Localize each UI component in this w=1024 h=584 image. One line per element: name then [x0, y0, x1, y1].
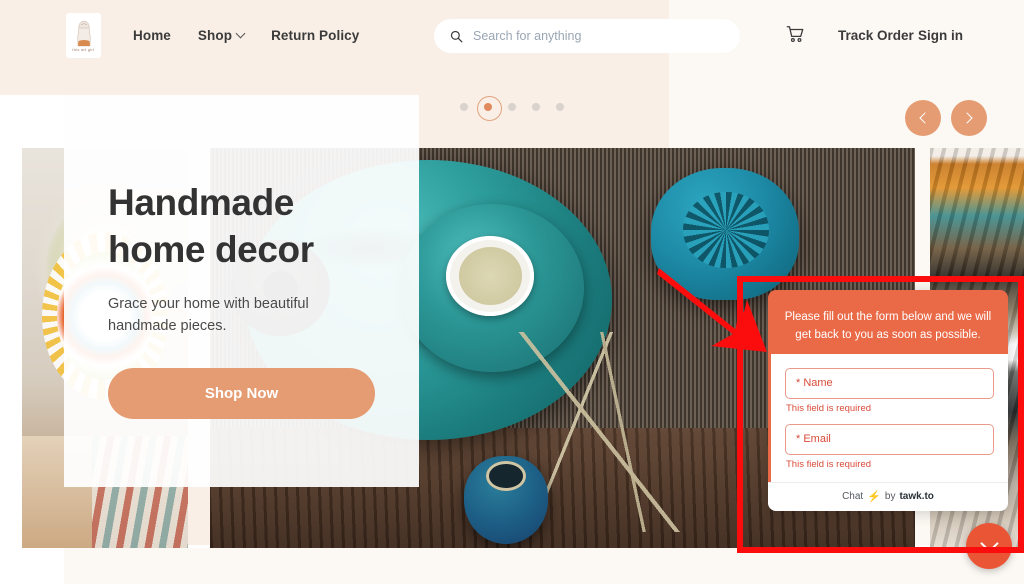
tea-cup: [446, 236, 535, 316]
chevron-right-icon: [961, 112, 973, 124]
nav-item-home[interactable]: Home: [133, 28, 171, 43]
nav-item-shop-label: Shop: [197, 28, 233, 43]
shopping-cart-icon[interactable]: [786, 25, 805, 44]
search-icon: [450, 30, 463, 42]
carousel-arrows: [905, 100, 987, 136]
site-logo[interactable]: this art girl: [66, 13, 101, 58]
page-root: this art girl Home Shop Return Policy Se…: [0, 0, 1024, 584]
nav-item-return-policy[interactable]: Return Policy: [271, 28, 359, 43]
logo-illustration-icon: [76, 20, 91, 47]
tawkto-chat-widget: Please fill out the form below and we wi…: [768, 290, 1008, 511]
nav-item-return-policy-label: Return Policy: [271, 28, 360, 43]
track-order-link[interactable]: Track Order: [838, 0, 914, 71]
carousel-dot-1[interactable]: [460, 103, 468, 111]
nav-item-shop[interactable]: Shop: [197, 28, 246, 43]
chat-minimize-button[interactable]: [966, 523, 1012, 569]
sign-in-link[interactable]: Sign in: [918, 0, 963, 71]
chat-email-input[interactable]: [785, 423, 994, 455]
chevron-down-icon: [979, 533, 999, 553]
hero-subtitle: Grace your home with beautiful handmade …: [108, 295, 309, 334]
chat-footer-brand: tawk.to: [899, 490, 934, 502]
carousel-next-button[interactable]: [951, 100, 987, 136]
carousel-dots: [460, 95, 564, 121]
chat-branding-footer[interactable]: Chat ⚡ by tawk.to: [768, 481, 1008, 511]
carousel-dot-5[interactable]: [556, 103, 564, 111]
site-header: this art girl Home Shop Return Policy Se…: [0, 0, 1024, 71]
background-bottom-strip: [64, 548, 1024, 584]
main-navigation: Home Shop Return Policy: [133, 0, 359, 71]
carousel-dot-3[interactable]: [508, 103, 516, 111]
chevron-down-icon: [235, 28, 246, 39]
carousel-prev-button[interactable]: [905, 100, 941, 136]
carousel-dot-4[interactable]: [532, 103, 540, 111]
chat-footer-prefix: Chat: [842, 490, 864, 502]
chat-form: This field is required This field is req…: [768, 353, 1008, 482]
logo-caption: this art girl: [72, 48, 95, 53]
nav-item-home-label: Home: [133, 28, 171, 43]
carousel-dot-2[interactable]: [476, 95, 502, 121]
lightning-bolt-icon: ⚡: [867, 490, 881, 503]
chevron-left-icon: [919, 112, 931, 124]
ceramic-teapot: [650, 168, 799, 300]
search-bar[interactable]: [434, 19, 740, 53]
hero-title: Handmade home decor: [108, 179, 419, 274]
chat-footer-by: by: [884, 490, 896, 502]
hero-text-card: Handmade home decor Grace your home with…: [64, 95, 419, 487]
hero-title-line-1: Handmade: [108, 182, 294, 223]
small-blue-vase: [463, 456, 549, 544]
chat-name-error: This field is required: [786, 402, 872, 414]
chat-name-input[interactable]: [785, 367, 994, 399]
shop-now-button[interactable]: Shop Now: [108, 367, 375, 419]
hero-title-line-2: home decor: [108, 229, 314, 271]
chat-email-error: This field is required: [786, 458, 872, 470]
search-input[interactable]: [473, 29, 724, 43]
